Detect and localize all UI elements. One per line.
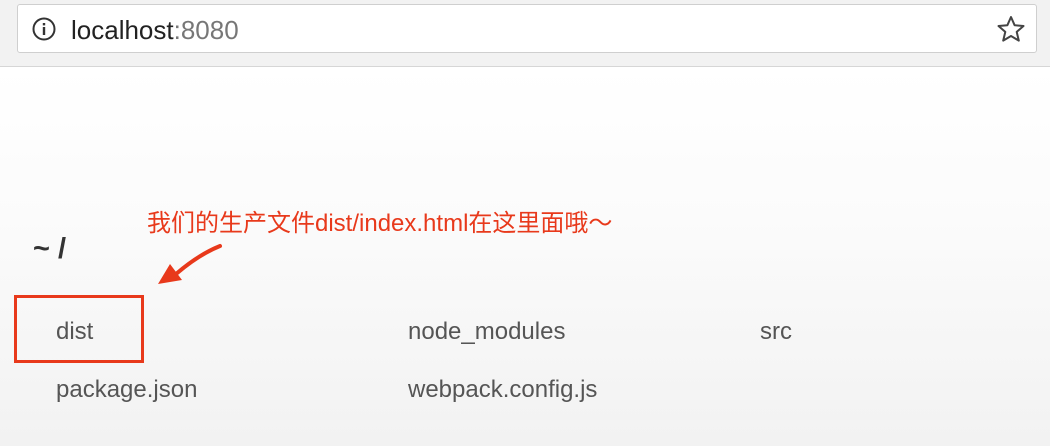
annotation-arrow-icon (158, 244, 222, 284)
file-link-node-modules[interactable]: node_modules (408, 317, 565, 347)
info-icon[interactable] (32, 17, 56, 41)
file-link-webpack-config[interactable]: webpack.config.js (408, 375, 597, 405)
address-bar[interactable]: localhost:8080 (17, 4, 1037, 53)
highlight-box (14, 295, 144, 363)
annotation-text: 我们的生产文件dist/index.html在这里面哦～ (147, 210, 613, 237)
url-text[interactable]: localhost:8080 (71, 15, 239, 45)
file-link-src[interactable]: src (760, 317, 792, 347)
url-host: localhost (71, 15, 174, 45)
browser-toolbar: localhost:8080 (0, 0, 1050, 67)
file-link-package-json[interactable]: package.json (56, 375, 197, 405)
star-icon[interactable] (996, 14, 1026, 44)
url-port: :8080 (173, 15, 239, 45)
directory-title: ~ / (33, 233, 67, 265)
